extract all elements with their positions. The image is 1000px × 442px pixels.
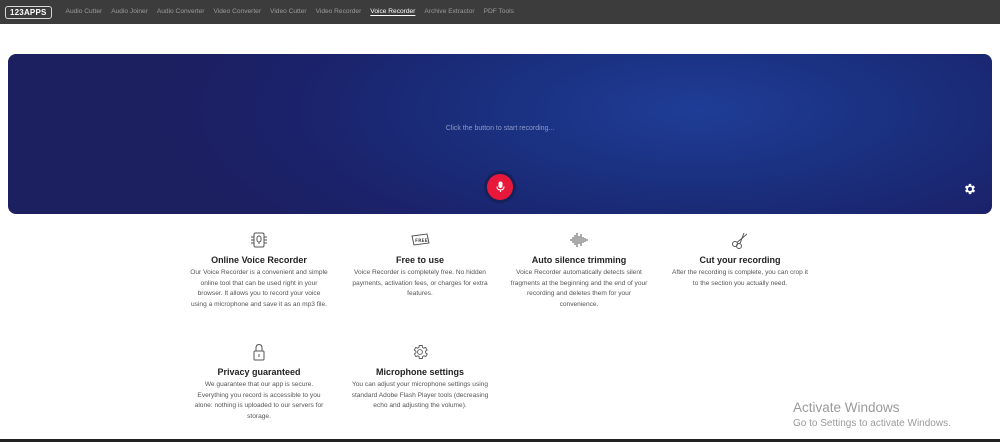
feature-title: Microphone settings: [375, 367, 464, 377]
nav-video-cutter[interactable]: Video Cutter: [270, 0, 307, 24]
top-navigation-bar: 123APPS Audio Cutter Audio Joiner Audio …: [0, 0, 1000, 24]
gear-icon: [413, 344, 428, 360]
feature-title: Privacy guaranteed: [217, 367, 301, 377]
feature-description: After the recording is complete, you can…: [672, 269, 808, 287]
feature-description: You can adjust your microphone settings …: [351, 381, 489, 409]
lock-icon: [253, 343, 265, 361]
settings-button[interactable]: [963, 182, 977, 196]
nav-audio-converter[interactable]: Audio Converter: [157, 0, 205, 24]
nav-audio-joiner[interactable]: Audio Joiner: [111, 0, 148, 24]
feature-title: Free to use: [395, 255, 444, 265]
nav-audio-cutter[interactable]: Audio Cutter: [66, 0, 103, 24]
nav-video-converter[interactable]: Video Converter: [214, 0, 262, 24]
app-logo[interactable]: 123APPS: [5, 5, 52, 19]
svg-text:FREE: FREE: [415, 238, 428, 244]
microphone-chip-icon: [251, 232, 267, 248]
feature-title: Online Voice Recorder: [211, 255, 307, 265]
microphone-icon: [495, 181, 505, 192]
feature-description: Voice Recorder automatically detects sil…: [510, 269, 648, 308]
feature-description: Voice Recorder is completely free. No hi…: [352, 269, 488, 297]
feature-privacy-guaranteed: Privacy guaranteed We guarantee that our…: [189, 343, 329, 422]
nav-archive-extractor[interactable]: Archive Extractor: [424, 0, 474, 24]
nav-video-recorder[interactable]: Video Recorder: [316, 0, 362, 24]
feature-description: Our Voice Recorder is a convenient and s…: [190, 269, 328, 308]
feature-cut-your-recording: Cut your recording After the recording i…: [670, 231, 810, 289]
feature-description: We guarantee that our app is secure. Eve…: [194, 381, 324, 420]
scissors-icon: [732, 232, 748, 249]
watermark-subtitle: Go to Settings to activate Windows.: [793, 418, 951, 429]
feature-auto-silence-trimming: Auto silence trimming Voice Recorder aut…: [509, 231, 649, 310]
watermark-title: Activate Windows: [793, 400, 900, 415]
recording-hint: Click the button to start recording...: [445, 125, 555, 132]
app-nav: Audio Cutter Audio Joiner Audio Converte…: [66, 0, 523, 24]
free-tag-icon: FREE: [411, 233, 430, 246]
feature-free-to-use: FREE Free to use Voice Recorder is compl…: [350, 231, 490, 300]
nav-voice-recorder[interactable]: Voice Recorder: [370, 0, 415, 24]
feature-microphone-settings: Microphone settings You can adjust your …: [347, 343, 493, 412]
feature-title: Cut your recording: [699, 255, 781, 265]
record-button[interactable]: [487, 174, 513, 200]
waveform-icon: [570, 233, 588, 247]
gear-icon: [964, 183, 976, 195]
feature-online-voice-recorder: Online Voice Recorder Our Voice Recorder…: [189, 231, 329, 310]
nav-pdf-tools[interactable]: PDF Tools: [484, 0, 514, 24]
activate-windows-watermark: Activate Windows Go to Settings to activ…: [793, 400, 951, 429]
feature-title: Auto silence trimming: [531, 255, 627, 265]
